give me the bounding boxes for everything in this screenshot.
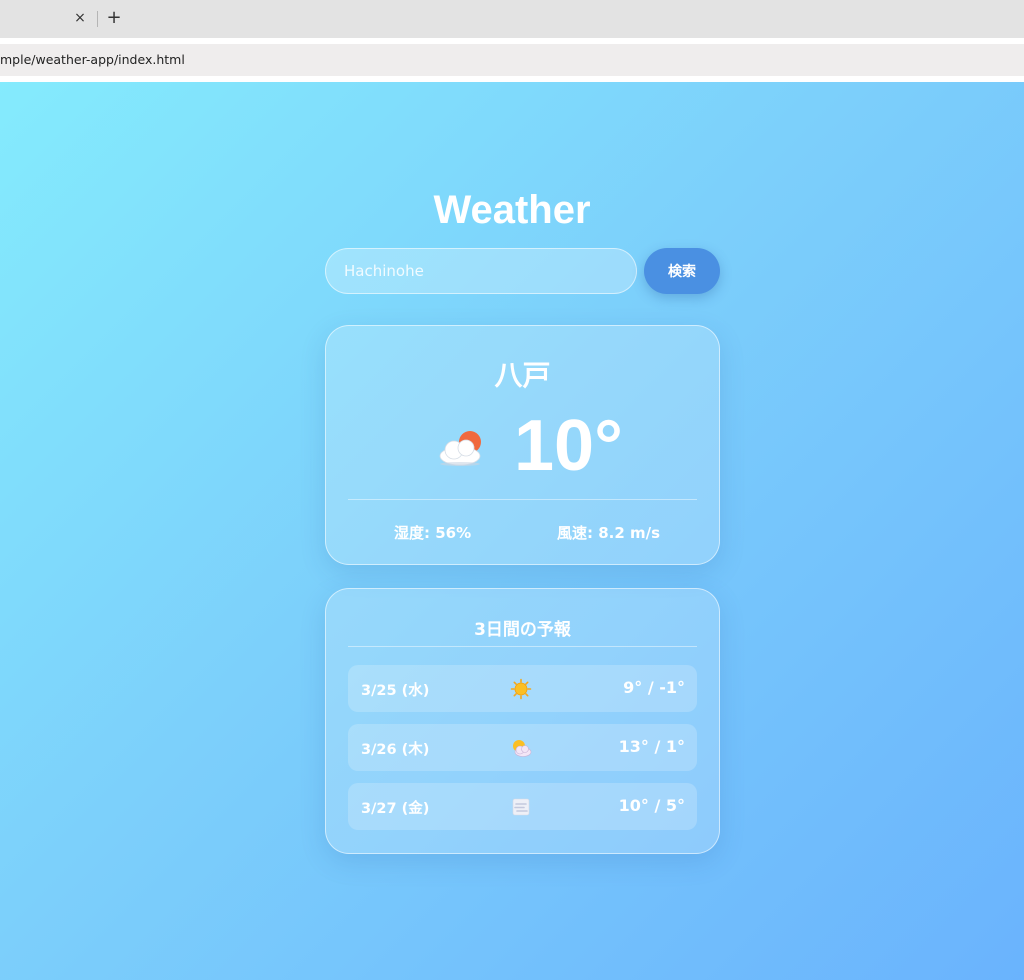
forecast-temp-range: 9° / -1°: [623, 678, 685, 697]
app-title: Weather: [433, 188, 591, 232]
forecast-date: 3/26 (木): [361, 742, 430, 758]
browser-toolbar: mple/weather-app/index.html: [0, 38, 1024, 82]
page-viewport: Weather 検索 八戸 10° 湿度: 56% 風速: 8.2 m/s 3日…: [0, 82, 1024, 980]
forecast-row: 3/26 (木) 13° / 1°: [348, 724, 697, 771]
tab-close-icon[interactable]: ×: [72, 9, 88, 27]
forecast-date: 3/27 (金): [361, 801, 430, 817]
divider: [348, 646, 697, 647]
forecast-row: 3/27 (金) 10° / 5°: [348, 783, 697, 830]
city-name: 八戸: [494, 359, 551, 392]
forecast-title: 3日間の予報: [474, 620, 571, 640]
tab-separator: [97, 11, 98, 27]
sun-behind-cloud-icon: [513, 740, 532, 757]
browser-tab-bar: × +: [0, 0, 1024, 38]
search-button[interactable]: 検索: [644, 248, 720, 294]
forecast-date: 3/25 (水): [361, 683, 430, 699]
city-search-input[interactable]: [325, 248, 637, 294]
current-temperature: 10°: [514, 406, 623, 486]
forecast-row: 3/25 (水) 9° / -1°: [348, 665, 697, 712]
wind-speed-label: 風速: 8.2 m/s: [557, 524, 661, 542]
forecast-card: 3日間の予報 3/25 (水) 9° / -1° 3/26 (木) 13° / …: [325, 588, 720, 854]
humidity-label: 湿度: 56%: [394, 524, 472, 542]
address-bar[interactable]: mple/weather-app/index.html: [0, 44, 1024, 76]
forecast-temp-range: 10° / 5°: [618, 796, 685, 815]
sun-icon: [510, 678, 532, 700]
fog-icon: [512, 798, 530, 816]
divider: [348, 499, 697, 500]
new-tab-button[interactable]: +: [105, 7, 123, 29]
current-weather-card: 八戸 10° 湿度: 56% 風速: 8.2 m/s: [325, 325, 720, 565]
address-url[interactable]: mple/weather-app/index.html: [0, 52, 185, 67]
cloud-sun-icon: [439, 431, 481, 466]
forecast-temp-range: 13° / 1°: [618, 737, 685, 756]
